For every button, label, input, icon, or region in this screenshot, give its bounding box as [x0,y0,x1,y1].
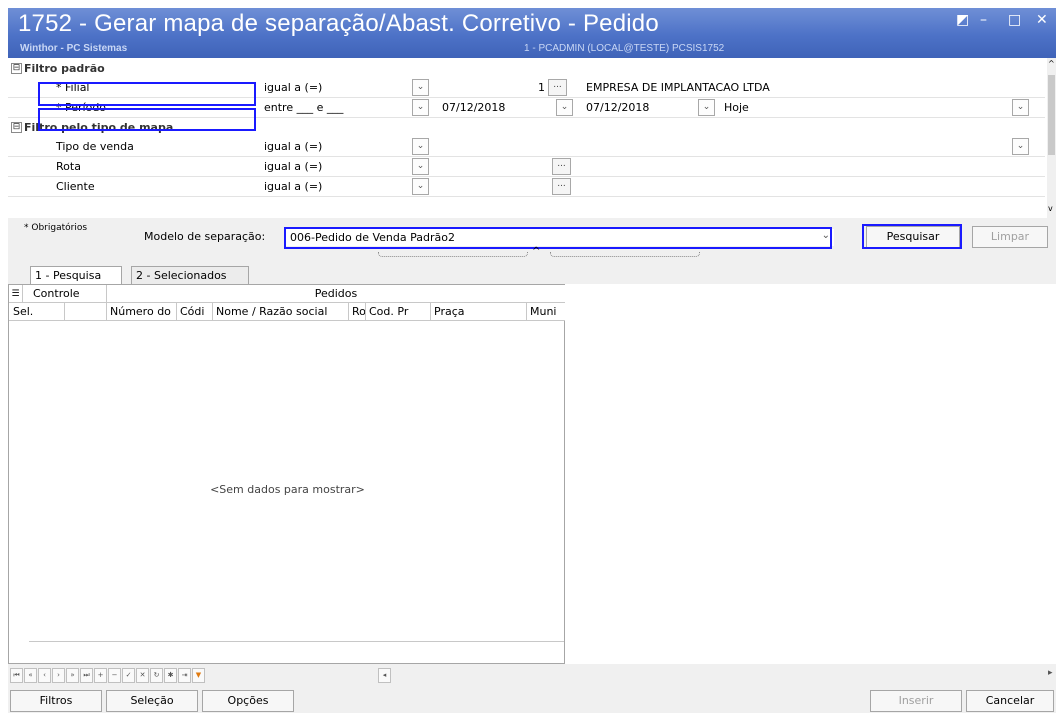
filter-condition-cliente[interactable]: igual a (=) [264,180,322,193]
title-bar: 1752 - Gerar mapa de separação/Abast. Co… [8,8,1056,58]
column-header-cod-praca[interactable]: Cod. Pr [366,303,431,321]
ellipsis-button[interactable]: ... [552,158,571,175]
orders-grid: ☰ Controle Pedidos Sel. Número do Códi N… [8,284,566,664]
column-header-codigo[interactable]: Códi [177,303,213,321]
filter-condition-tipo-venda[interactable]: igual a (=) [264,140,322,153]
periodo-from-value[interactable]: 07/12/2018 [442,101,505,114]
filters-button[interactable]: Filtros [10,690,102,712]
selection-button[interactable]: Seleção [106,690,198,712]
first-page-icon[interactable]: ⏮ [10,668,23,683]
filter-label-cliente: Cliente [56,180,95,193]
minimize-icon[interactable]: – [980,12,987,28]
panel-splitter[interactable]: ^ [378,246,700,259]
column-header-blank [65,303,107,321]
tab-pesquisa[interactable]: 1 - Pesquisa [30,266,122,284]
periodo-preset-value[interactable]: Hoje [724,101,749,114]
filter-condition-rota[interactable]: igual a (=) [264,160,322,173]
filter-label-rota: Rota [56,160,81,173]
bottom-toolbar: Filtros Seleção Opções Inserir Cancelar [8,688,1056,713]
goto-bookmark-icon[interactable]: ⇥ [178,668,191,683]
chevron-down-icon[interactable]: ⌄ [412,99,429,116]
chevron-down-icon[interactable]: ⌄ [556,99,573,116]
cancel-button[interactable]: Cancelar [966,690,1054,712]
filter-icon[interactable]: ▼ [192,668,205,683]
window-title: 1752 - Gerar mapa de separação/Abast. Co… [18,10,659,37]
scroll-thumb[interactable] [1048,75,1055,155]
chevron-down-icon[interactable]: ⌄ [412,178,429,195]
chevron-up-icon[interactable]: ^ [1048,59,1055,68]
column-header-sel[interactable]: Sel. [9,303,65,321]
filter-group-default[interactable]: ⊟ Filtro padrão [8,60,1045,77]
chevron-down-icon[interactable]: ⌄ [698,99,715,116]
ellipsis-button[interactable]: ... [548,79,567,96]
next-page-icon[interactable]: » [66,668,79,683]
cancel-record-icon[interactable]: ✕ [136,668,149,683]
refresh-icon[interactable]: ↻ [150,668,163,683]
insert-button[interactable]: Inserir [870,690,962,712]
column-header-rota[interactable]: Ro [349,303,366,321]
group-header-pedidos: Pedidos [107,285,566,303]
prev-page-icon[interactable]: « [24,668,37,683]
collapse-icon[interactable]: ⊟ [11,122,22,133]
delete-record-icon[interactable]: − [108,668,121,683]
highlight-model [284,227,832,249]
tab-selecionados[interactable]: 2 - Selecionados [131,266,249,284]
chevron-down-icon[interactable]: ⌄ [412,79,429,96]
column-header-praca[interactable]: Praça [431,303,527,321]
ellipsis-button[interactable]: ... [552,178,571,195]
clear-button[interactable]: Limpar [972,226,1048,248]
column-header-nome[interactable]: Nome / Razão social [213,303,349,321]
scroll-left-icon[interactable]: ◂ [378,668,391,683]
chevron-down-icon[interactable]: ⌄ [1012,99,1029,116]
scroll-right-icon[interactable]: ▸ [1048,668,1053,678]
empty-message: <Sem dados para mostrar> [210,483,365,496]
options-button[interactable]: Opções [202,690,294,712]
grid-navigator: ⏮ « ‹ › » ⏭ + − ✓ ✕ ↻ ✱ ⇥ ▼ ◂ ▸ [8,664,1056,688]
filter-row-rota[interactable]: Rota igual a (=) ⌄ ... [8,157,1045,177]
post-record-icon[interactable]: ✓ [122,668,135,683]
prev-record-icon[interactable]: ‹ [38,668,51,683]
group-header-controle: Controle [23,285,107,303]
highlight-filial [38,82,256,106]
close-icon[interactable]: ✕ [1036,12,1048,28]
highlight-search [862,224,962,249]
chevron-down-icon[interactable]: ⌄ [1012,138,1029,155]
collapse-icon[interactable]: ⊟ [11,63,22,74]
filial-code-value[interactable]: 1 [538,81,545,94]
next-record-icon[interactable]: › [52,668,65,683]
required-note: * Obrigatórios [24,223,88,233]
filter-row-tipo-venda[interactable]: Tipo de venda igual a (=) ⌄ ⌄ [8,137,1045,157]
restore-icon[interactable]: ◩ [956,12,969,28]
chevron-up-icon[interactable]: ^ [532,246,540,257]
filter-label-tipo-venda: Tipo de venda [56,140,134,153]
last-page-icon[interactable]: ⏭ [80,668,93,683]
highlight-periodo [38,108,256,131]
bookmark-icon[interactable]: ✱ [164,668,177,683]
chevron-down-icon[interactable]: ⌄ [412,158,429,175]
column-header-municipio[interactable]: Muni [527,303,566,321]
filter-condition-filial[interactable]: igual a (=) [264,81,322,94]
grid-footer-row [29,641,564,662]
filter-row-cliente[interactable]: Cliente igual a (=) ⌄ ... [8,177,1045,197]
chevron-down-icon[interactable]: v [1048,204,1053,213]
insert-record-icon[interactable]: + [94,668,107,683]
maximize-icon[interactable]: □ [1008,12,1021,28]
detail-panel [565,284,1056,664]
user-info: 1 - PCADMIN (LOCAL@TESTE) PCSIS1752 [524,43,725,54]
filter-condition-periodo[interactable]: entre ___ e ___ [264,101,343,114]
filter-scrollbar[interactable]: ^ v [1047,58,1056,218]
column-chooser-icon[interactable]: ☰ [9,285,23,303]
chevron-down-icon[interactable]: ⌄ [412,138,429,155]
model-label: Modelo de separação: [144,230,266,243]
column-header-numero[interactable]: Número do [107,303,177,321]
tab-bar: 1 - Pesquisa 2 - Selecionados [8,266,1056,284]
filial-description: EMPRESA DE IMPLANTACAO LTDA [586,81,770,94]
periodo-to-value[interactable]: 07/12/2018 [586,101,649,114]
filter-group-title: Filtro padrão [24,62,105,75]
window-subtitle: Winthor - PC Sistemas [20,43,128,54]
